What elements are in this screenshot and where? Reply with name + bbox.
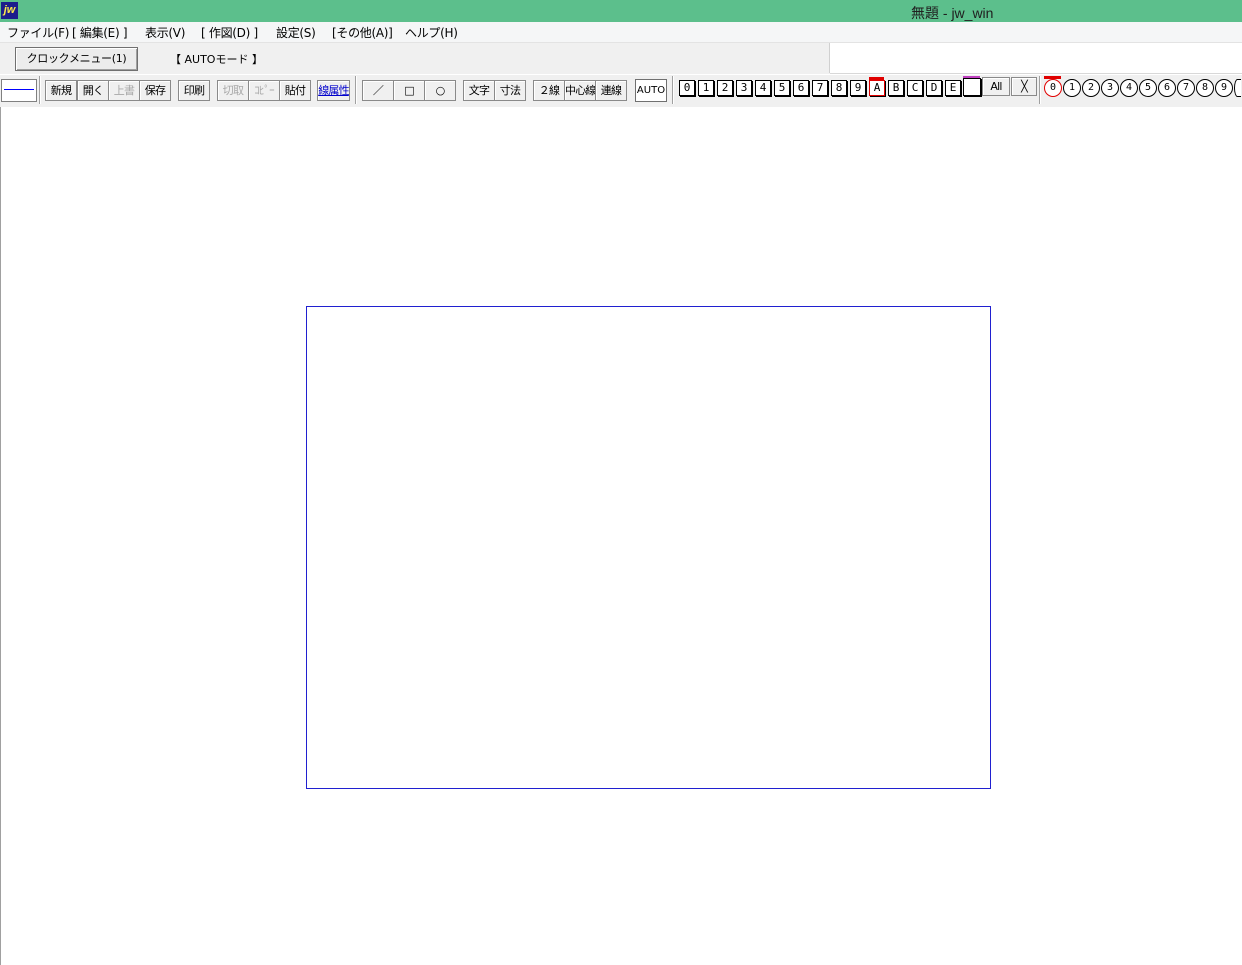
group-2-button[interactable]: 2 xyxy=(1082,79,1100,97)
menu-file[interactable]: ファイル(F) xyxy=(7,24,69,41)
menu-view[interactable]: 表示(V) xyxy=(145,24,185,41)
auto-mode-button[interactable]: AUTO xyxy=(635,79,667,102)
x-icon: ╳ xyxy=(1021,80,1028,93)
layer-e-button[interactable]: E xyxy=(945,80,961,96)
group-5-button[interactable]: 5 xyxy=(1139,79,1157,97)
paper-frame xyxy=(306,306,991,789)
layer-c-button[interactable]: C xyxy=(907,80,923,96)
toolbar-separator xyxy=(355,76,357,104)
toolbar-separator xyxy=(39,76,41,104)
layer-9-button[interactable]: 9 xyxy=(850,80,866,96)
center-line-button[interactable]: 中心線 xyxy=(564,80,596,101)
continuous-line-button[interactable]: 連線 xyxy=(595,80,627,101)
text-tool-button[interactable]: 文字 xyxy=(463,80,495,101)
group-0-button[interactable]: 0 xyxy=(1044,79,1062,97)
print-button[interactable]: 印刷 xyxy=(178,80,210,101)
line-sample xyxy=(4,89,34,90)
layer-f-button[interactable] xyxy=(963,78,981,96)
menu-other[interactable]: [その他(A)] xyxy=(332,24,393,41)
group-1-button[interactable]: 1 xyxy=(1063,79,1081,97)
layer-5-button[interactable]: 5 xyxy=(774,80,790,96)
group-3-button[interactable]: 3 xyxy=(1101,79,1119,97)
jw-app-icon[interactable]: jw xyxy=(1,2,18,19)
menu-draw[interactable]: [ 作図(D) ] xyxy=(201,24,258,41)
toolbar-separator xyxy=(1039,76,1041,104)
layer-b-button[interactable]: B xyxy=(888,80,904,96)
circle-tool-button[interactable]: ○ xyxy=(424,80,456,101)
menu-bar: ファイル(F) [ 編集(E) ] 表示(V) [ 作図(D) ] 設定(S) … xyxy=(0,22,1242,43)
layer-d-button[interactable]: D xyxy=(926,80,942,96)
layer-4-button[interactable]: 4 xyxy=(755,80,771,96)
layer-1-button[interactable]: 1 xyxy=(698,80,714,96)
open-button[interactable]: 開く xyxy=(77,80,109,101)
layer-2-button[interactable]: 2 xyxy=(717,80,733,96)
line-type-selector[interactable] xyxy=(1,79,37,102)
copy-button[interactable]: ｺﾋﾟｰ xyxy=(248,80,280,101)
toolbar-separator xyxy=(672,76,674,104)
line-tool-button[interactable]: ／ xyxy=(362,80,394,101)
new-button[interactable]: 新規 xyxy=(45,80,77,101)
cut-button[interactable]: 切取 xyxy=(217,80,249,101)
menu-settings[interactable]: 設定(S) xyxy=(276,24,316,41)
toolbar-blank-area xyxy=(830,43,1242,74)
layer-7-button[interactable]: 7 xyxy=(812,80,828,96)
clock-menu-button[interactable]: クロックメニュー(1) xyxy=(15,47,138,71)
rectangle-tool-button[interactable]: □ xyxy=(393,80,425,101)
group-a-button[interactable] xyxy=(1234,79,1241,97)
line-attribute-button[interactable]: 線属性 xyxy=(317,80,350,101)
all-layers-button[interactable]: All xyxy=(982,77,1010,96)
clear-layers-button[interactable]: ╳ xyxy=(1011,77,1037,96)
double-line-button[interactable]: ２線 xyxy=(533,80,565,101)
group-8-button[interactable]: 8 xyxy=(1196,79,1214,97)
save-button[interactable]: 保存 xyxy=(139,80,171,101)
paste-button[interactable]: 貼付 xyxy=(279,80,311,101)
menu-edit[interactable]: [ 編集(E) ] xyxy=(72,24,128,41)
overwrite-button[interactable]: 上書 xyxy=(108,80,140,101)
window-title: 無題 - jw_win xyxy=(911,5,994,21)
layer-a-button[interactable]: A xyxy=(869,80,885,96)
group-7-button[interactable]: 7 xyxy=(1177,79,1195,97)
group-4-button[interactable]: 4 xyxy=(1120,79,1138,97)
layer-6-button[interactable]: 6 xyxy=(793,80,809,96)
layer-0-button[interactable]: 0 xyxy=(679,80,695,96)
mode-label: 【 AUTOモード 】 xyxy=(170,53,263,66)
dimension-tool-button[interactable]: 寸法 xyxy=(494,80,526,101)
title-bar: jw 無題 - jw_win xyxy=(0,0,1242,22)
group-6-button[interactable]: 6 xyxy=(1158,79,1176,97)
menu-help[interactable]: ヘルプ(H) xyxy=(405,24,458,41)
layer-3-button[interactable]: 3 xyxy=(736,80,752,96)
group-9-button[interactable]: 9 xyxy=(1215,79,1233,97)
layer-8-button[interactable]: 8 xyxy=(831,80,847,96)
